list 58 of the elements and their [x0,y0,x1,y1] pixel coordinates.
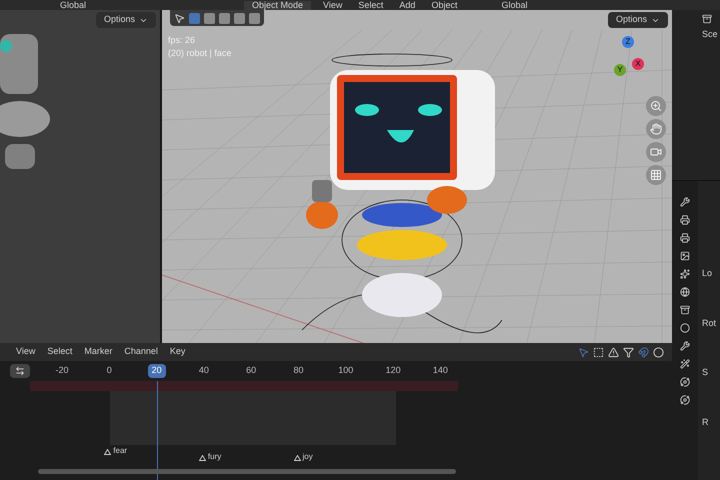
menu-item[interactable]: Add [395,0,420,10]
fps-text: fps: 26 [168,34,196,47]
select-tool-icon[interactable] [174,12,185,24]
orientation-dropdown[interactable]: Global [501,0,528,10]
magnet-icon[interactable] [638,346,649,358]
swap-icon[interactable] [10,364,30,378]
select-mode-icon[interactable] [219,12,230,24]
frame-tick: 80 [292,364,304,377]
box-select-icon[interactable] [593,346,604,358]
property-label: R [702,416,710,428]
object-info-text: (20) robot | face [168,47,232,60]
frame-tick: -20 [54,364,70,377]
filter-icon[interactable] [623,346,634,358]
select-mode-icon[interactable] [234,12,245,24]
property-label: S [702,366,710,379]
grid-icon[interactable] [646,165,666,185]
marker-triangle-icon[interactable] [104,449,112,455]
marker-label: fury [208,453,222,461]
world-icon[interactable] [680,287,690,297]
menu-item[interactable]: View [319,0,346,10]
select-mode-icon[interactable] [204,12,215,24]
marker-label: fear [113,447,128,455]
marker-label: joy [302,453,313,461]
menu-item[interactable]: Object [427,0,462,10]
marker-triangle-icon[interactable] [198,455,206,461]
axis-handle[interactable]: X [632,58,644,70]
menu-item[interactable]: Key [170,345,186,359]
property-label: Rot [702,316,718,330]
frame-tick: 0 [106,364,113,377]
menu-item[interactable]: Select [47,345,72,359]
warning-icon[interactable] [608,346,619,358]
wrench-icon[interactable] [680,341,690,351]
menu-item[interactable]: Marker [84,345,112,359]
axis-handle[interactable]: Y [614,64,626,76]
frame-tick: 100 [337,364,354,377]
options-button[interactable]: Options [608,12,668,28]
menu-item[interactable]: Channel [124,345,158,359]
frame-tick: 20 [148,364,166,378]
property-label: Lo [702,267,714,280]
menu-item[interactable]: View [16,345,36,359]
marker-triangle-icon[interactable] [294,455,300,461]
scrollbar[interactable] [38,469,456,474]
cursor-icon[interactable] [578,346,589,358]
zoom-icon[interactable] [646,96,666,116]
axis-handle[interactable]: Z [622,36,634,48]
hand-icon[interactable] [646,119,666,139]
outliner-item[interactable]: Sce [702,28,720,42]
frame-tick: 40 [198,364,210,377]
frame-tick: 120 [384,364,402,377]
select-mode-icon[interactable] [249,12,260,24]
camera-icon[interactable] [646,142,666,162]
menu-item[interactable]: Select [354,0,388,10]
mode-dropdown[interactable]: Object Mode [244,0,312,10]
options-button[interactable]: Options [96,12,156,28]
frame-tick: 140 [432,364,449,377]
frame-tick: 60 [245,364,258,377]
orientation-dropdown[interactable]: Global [60,0,86,10]
image-icon[interactable] [680,251,690,261]
